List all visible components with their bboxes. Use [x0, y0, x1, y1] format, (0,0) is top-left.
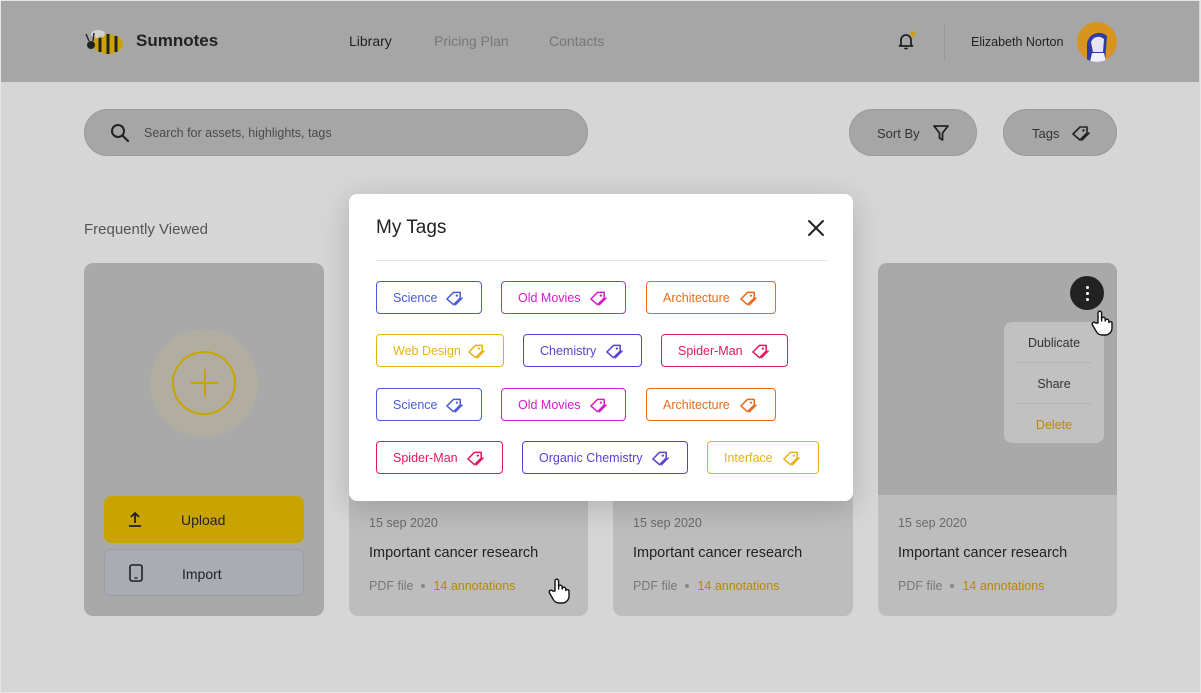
sort-by-label: Sort By	[877, 126, 920, 141]
document-title[interactable]: Important cancer research	[898, 545, 1067, 561]
tag-icon	[467, 451, 484, 466]
notification-bell-icon[interactable]	[898, 31, 916, 51]
tag-label: Spider-Man	[393, 451, 458, 465]
annotations-count[interactable]: 14 annotations	[433, 579, 515, 593]
tag-icon	[752, 344, 769, 359]
brand-name[interactable]: Sumnotes	[136, 31, 218, 51]
meta-dot	[685, 584, 690, 588]
document-title[interactable]: Important cancer research	[633, 545, 802, 561]
meta-dot	[950, 584, 955, 588]
file-type: PDF file	[369, 579, 414, 593]
nav-pricing-plan[interactable]: Pricing Plan	[434, 33, 509, 49]
tag-icon	[590, 291, 607, 306]
tag-chip[interactable]: Old Movies	[501, 281, 626, 314]
document-date: 15 sep 2020	[898, 516, 967, 530]
tag-label: Science	[393, 291, 438, 305]
header-divider	[944, 24, 945, 60]
tag-label: Old Movies	[518, 398, 581, 412]
tag-label: Architecture	[663, 398, 730, 412]
my-tags-modal: My Tags Science Old Movies Architecture …	[349, 194, 853, 501]
annotations-count[interactable]: 14 annotations	[697, 579, 779, 593]
document-meta: PDF file 14 annotations	[633, 579, 779, 593]
sort-by-button[interactable]: Sort By	[849, 109, 977, 156]
tag-chip[interactable]: Chemistry	[523, 334, 642, 367]
modal-title: My Tags	[376, 217, 447, 238]
tag-label: Web Design	[393, 344, 461, 358]
hand-cursor-icon	[548, 578, 570, 604]
meta-dot	[421, 584, 426, 588]
tag-icon	[652, 451, 669, 466]
tag-icon	[468, 344, 485, 359]
add-plus-icon[interactable]	[172, 351, 236, 415]
tag-icon	[590, 398, 607, 413]
tag-label: Chemistry	[540, 344, 597, 358]
tablet-icon	[129, 564, 143, 582]
document-date: 15 sep 2020	[369, 516, 438, 530]
tag-chip[interactable]: Interface	[707, 441, 819, 474]
tag-label: Organic Chemistry	[539, 451, 643, 465]
menu-item-duplicate[interactable]: Dublicate	[1004, 336, 1104, 350]
tag-icon	[740, 398, 757, 413]
tag-label: Science	[393, 398, 438, 412]
annotations-count[interactable]: 14 annotations	[962, 579, 1044, 593]
menu-divider	[1016, 403, 1092, 404]
user-name[interactable]: Elizabeth Norton	[971, 35, 1063, 49]
upload-button[interactable]: Upload	[104, 496, 304, 543]
file-type: PDF file	[898, 579, 943, 593]
document-title[interactable]: Important cancer research	[369, 545, 538, 561]
tag-chip[interactable]: Spider-Man	[376, 441, 503, 474]
upload-label: Upload	[181, 512, 226, 528]
avatar[interactable]	[1077, 22, 1117, 62]
document-meta: PDF file 14 annotations	[898, 579, 1044, 593]
upload-icon	[129, 511, 141, 527]
tag-label: Spider-Man	[678, 344, 743, 358]
tag-chip[interactable]: Science	[376, 281, 482, 314]
tag-chip[interactable]: Science	[376, 388, 482, 421]
tag-icon	[446, 398, 463, 413]
kebab-dot	[1086, 292, 1089, 295]
tag-icon	[783, 451, 800, 466]
search-icon[interactable]	[110, 123, 130, 143]
avatar-portrait-icon	[1087, 32, 1107, 62]
tag-chip[interactable]: Old Movies	[501, 388, 626, 421]
hand-cursor-icon	[1091, 310, 1113, 336]
tag-label: Interface	[724, 451, 773, 465]
filter-icon	[933, 125, 949, 141]
kebab-dot	[1086, 298, 1089, 301]
document-date: 15 sep 2020	[633, 516, 702, 530]
search-input[interactable]	[144, 124, 564, 142]
more-options-button[interactable]	[1070, 276, 1104, 310]
tag-icon	[1072, 126, 1090, 141]
file-type: PDF file	[633, 579, 678, 593]
context-menu: Dublicate Share Delete	[1004, 322, 1104, 443]
tag-icon	[446, 291, 463, 306]
upload-card: Upload Import	[84, 263, 324, 616]
menu-divider	[1016, 362, 1092, 363]
tag-label: Architecture	[663, 291, 730, 305]
bee-logo-icon[interactable]	[84, 24, 128, 60]
import-label: Import	[182, 566, 222, 582]
tag-icon	[740, 291, 757, 306]
nav-library[interactable]: Library	[349, 33, 392, 49]
tags-label: Tags	[1032, 126, 1060, 141]
nav-contacts[interactable]: Contacts	[549, 33, 604, 49]
close-icon[interactable]	[804, 216, 828, 240]
tag-chip[interactable]: Spider-Man	[661, 334, 788, 367]
tag-chip[interactable]: Architecture	[646, 281, 776, 314]
menu-item-share[interactable]: Share	[1004, 377, 1104, 391]
kebab-dot	[1086, 286, 1089, 289]
tag-chip[interactable]: Organic Chemistry	[522, 441, 688, 474]
section-title: Frequently Viewed	[84, 221, 208, 238]
tag-chip[interactable]: Architecture	[646, 388, 776, 421]
modal-divider	[376, 260, 827, 261]
tag-label: Old Movies	[518, 291, 581, 305]
tag-icon	[606, 344, 623, 359]
document-meta: PDF file 14 annotations	[369, 579, 515, 593]
import-button[interactable]: Import	[104, 549, 304, 596]
tags-button[interactable]: Tags	[1003, 109, 1117, 156]
menu-item-delete[interactable]: Delete	[1004, 418, 1104, 432]
tag-chip[interactable]: Web Design	[376, 334, 504, 367]
